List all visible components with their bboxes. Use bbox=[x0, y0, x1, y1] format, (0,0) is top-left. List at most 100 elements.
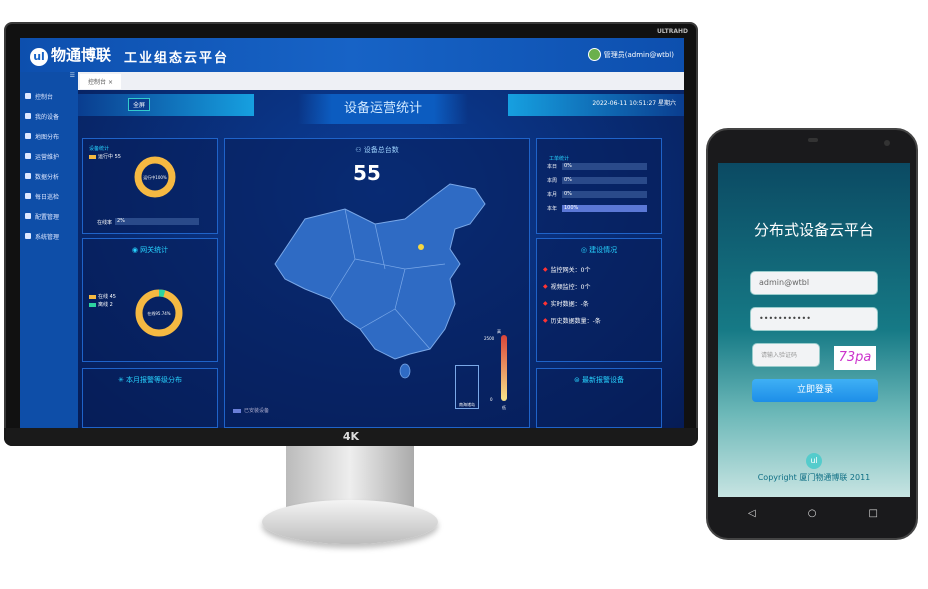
password-input[interactable]: ••••••••••• bbox=[750, 307, 878, 331]
title-band-left bbox=[78, 94, 254, 116]
platform-title: 工业组态云平台 bbox=[124, 51, 230, 66]
chart-icon bbox=[25, 173, 31, 179]
legend-offline: 离线 2 bbox=[89, 301, 113, 308]
datetime: 2022-06-11 10:51:27 星期六 bbox=[592, 100, 676, 107]
svg-text:在线95.74%: 在线95.74% bbox=[147, 310, 170, 316]
panel-title: ◉ 网关统计 bbox=[131, 246, 169, 254]
rate-bar: 2% bbox=[115, 218, 199, 225]
phone-nav-bar: ◁ ○ □ bbox=[748, 508, 878, 519]
gateway-stats-panel: ◉ 网关统计 在线 45 离线 2 在线95.74% bbox=[82, 238, 218, 362]
captcha-input[interactable]: 请输入验证码 bbox=[752, 343, 820, 367]
sidebar-item-2[interactable]: 地图分布 bbox=[20, 126, 78, 146]
config-icon bbox=[25, 213, 31, 219]
device-donut: 运行中100% bbox=[134, 156, 176, 198]
panel-title: ◎ 建设情况 bbox=[580, 246, 618, 254]
work-order-panel: 工单统计 本日 0% 本周 0% 本月 0% 本年 100% bbox=[536, 138, 662, 234]
work-order-row: 本年 100% bbox=[547, 205, 647, 212]
sidebar-item-label: 控制台 bbox=[35, 93, 54, 101]
sidebar-item-7[interactable]: 系统管理 bbox=[20, 226, 78, 246]
captcha-image[interactable]: 73pa bbox=[834, 346, 876, 370]
back-icon[interactable]: ◁ bbox=[748, 508, 756, 519]
map-panel: ⚇ 设备总台数 55 已安装设备 南海诸岛 高 2500 0 低 bbox=[224, 138, 530, 428]
alarm-level-panel: ✳ 本月报警等级分布 bbox=[82, 368, 218, 428]
construction-row: ◆ 历史数据数量：-条 bbox=[543, 317, 601, 325]
home-icon bbox=[25, 93, 31, 99]
panel-title: ⊜ 最新报警设备 bbox=[573, 376, 625, 384]
work-order-row: 本月 0% bbox=[547, 191, 647, 198]
login-title: 分布式设备云平台 bbox=[753, 221, 874, 239]
scale-low: 低 bbox=[502, 405, 506, 410]
panel-title: ⚇ 设备总台数 bbox=[355, 146, 399, 154]
legend-item: 运行中 55 bbox=[89, 153, 121, 160]
gateway-donut: 在线95.74% bbox=[135, 289, 183, 337]
login-button[interactable]: 立即登录 bbox=[752, 379, 878, 402]
china-map[interactable] bbox=[245, 179, 495, 379]
map-marker bbox=[418, 244, 424, 250]
sidebar-item-label: 配置管理 bbox=[35, 213, 60, 221]
tab-bar: 控制台 × bbox=[78, 72, 684, 90]
monitor-chin: 4K bbox=[4, 428, 698, 446]
sidebar-item-4[interactable]: 数据分析 bbox=[20, 166, 78, 186]
desktop-screen: ul 物通博联 工业组态云平台 管理员(admin@wtbl) ☰ 控制台我的设备… bbox=[20, 38, 684, 428]
sidebar: ☰ 控制台我的设备地图分布运营维护数据分析每日巡检配置管理系统管理 bbox=[20, 72, 78, 428]
sidebar-item-label: 我的设备 bbox=[35, 113, 60, 121]
work-order-row: 本周 0% bbox=[547, 177, 647, 184]
sidebar-item-label: 运营维护 bbox=[35, 153, 60, 161]
rate-label: 在线率 bbox=[97, 220, 113, 226]
close-icon[interactable]: × bbox=[108, 79, 113, 86]
latest-alarm-panel: ⊜ 最新报警设备 bbox=[536, 368, 662, 428]
sidebar-item-1[interactable]: 我的设备 bbox=[20, 106, 78, 126]
wl-logo-icon: ul bbox=[30, 48, 48, 66]
avatar bbox=[587, 48, 601, 61]
device-icon bbox=[25, 113, 31, 119]
scale-max: 2500 bbox=[484, 336, 495, 341]
south-sea-inset: 南海诸岛 bbox=[455, 365, 479, 409]
color-scale-slider[interactable] bbox=[501, 335, 507, 401]
tab-console[interactable]: 控制台 × bbox=[80, 74, 121, 89]
legend-online: 在线 45 bbox=[89, 293, 116, 300]
home-icon[interactable]: ○ bbox=[808, 508, 817, 519]
monitor-base bbox=[262, 500, 438, 544]
panel-title: 设备统计 bbox=[89, 146, 110, 152]
scale-min: 0 bbox=[490, 397, 493, 402]
panel-title: ✳ 本月报警等级分布 bbox=[117, 376, 183, 384]
ultrahd-badge: ULTRAHD bbox=[656, 28, 688, 35]
sidebar-item-3[interactable]: 运营维护 bbox=[20, 146, 78, 166]
sidebar-item-0[interactable]: 控制台 bbox=[20, 86, 78, 106]
phone-camera bbox=[884, 140, 890, 146]
brand-name: 物通博联 bbox=[51, 46, 112, 64]
menu-toggle[interactable]: ☰ bbox=[20, 72, 78, 86]
app-header: ul 物通博联 工业组态云平台 管理员(admin@wtbl) bbox=[20, 38, 684, 72]
construction-row: ◆ 监控网关：0个 bbox=[543, 266, 591, 274]
tool-icon bbox=[25, 153, 31, 159]
svg-text:运行中100%: 运行中100% bbox=[143, 174, 167, 180]
sidebar-item-5[interactable]: 每日巡检 bbox=[20, 186, 78, 206]
copyright: Copyright 厦门物通博联 2011 bbox=[757, 473, 871, 482]
panel-title: 工单统计 bbox=[549, 156, 570, 162]
logo: ul 物通博联 bbox=[30, 44, 111, 66]
sidebar-item-label: 系统管理 bbox=[35, 233, 60, 241]
map-legend[interactable]: 已安装设备 bbox=[233, 407, 269, 414]
construction-row: ◆ 实时数据：-条 bbox=[543, 300, 589, 308]
logo-icon: ul bbox=[806, 453, 822, 469]
device-stats-panel: 设备统计 运行中 55 运行中100% 在线率 2% bbox=[82, 138, 218, 234]
sidebar-item-6[interactable]: 配置管理 bbox=[20, 206, 78, 226]
phone-screen: 分布式设备云平台 admin@wtbl ••••••••••• 请输入验证码 7… bbox=[718, 163, 910, 497]
fullscreen-button[interactable]: 全屏 bbox=[128, 98, 151, 111]
user-menu[interactable]: 管理员(admin@wtbl) bbox=[587, 48, 674, 61]
work-order-row: 本日 0% bbox=[547, 163, 647, 170]
map-icon bbox=[25, 133, 31, 139]
sidebar-item-label: 地图分布 bbox=[35, 133, 60, 141]
construction-panel: ◎ 建设情况 ◆ 监控网关：0个 ◆ 视频监控：0个 ◆ 实时数据：-条 ◆ 历史数据数量：-… bbox=[536, 238, 662, 362]
username-input[interactable]: admin@wtbl bbox=[750, 271, 878, 295]
sidebar-item-label: 每日巡检 bbox=[35, 193, 60, 201]
recent-apps-icon[interactable]: □ bbox=[869, 508, 878, 519]
scale-high: 高 bbox=[497, 329, 501, 334]
construction-row: ◆ 视频监控：0个 bbox=[543, 283, 591, 291]
sidebar-item-label: 数据分析 bbox=[35, 173, 60, 181]
dashboard-title: 设备运营统计 bbox=[298, 94, 468, 124]
phone-speaker bbox=[808, 138, 818, 142]
user-name: 管理员(admin@wtbl) bbox=[603, 50, 674, 59]
dashboard: 设备运营统计 全屏 2022-06-11 10:51:27 星期六 设备统计 运… bbox=[78, 90, 684, 428]
gear-icon bbox=[25, 233, 31, 239]
